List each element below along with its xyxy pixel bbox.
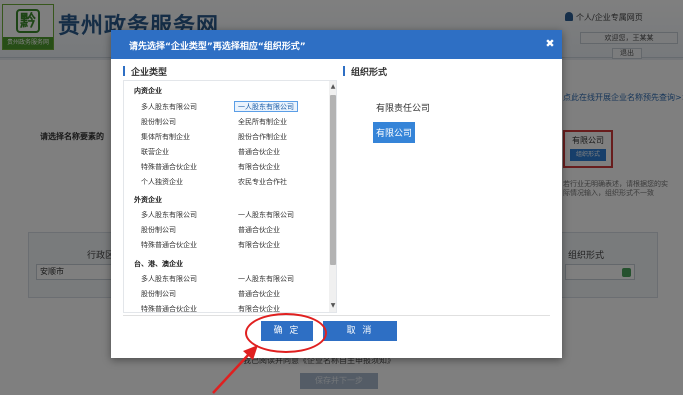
section-marker xyxy=(123,66,125,76)
org-form-option-selected[interactable]: 有限公司 xyxy=(373,122,416,143)
type-option[interactable]: 联营企业 xyxy=(137,146,173,157)
type-option[interactable]: 全民所有制企业 xyxy=(234,116,291,127)
type-option[interactable]: 股份制公司 xyxy=(137,224,180,235)
type-option[interactable]: 股份合作制企业 xyxy=(234,131,291,142)
type-option[interactable]: 特殊普通合伙企业 xyxy=(137,303,201,312)
dialog-title: 请先选择“企业类型”再选择相应“组织形式” xyxy=(129,42,306,52)
type-option[interactable]: 普通合伙企业 xyxy=(234,224,284,235)
type-option[interactable]: 集体所有制企业 xyxy=(137,131,194,142)
type-option[interactable]: 多人股东有限公司 xyxy=(137,273,201,284)
type-option[interactable]: 有限合伙企业 xyxy=(234,161,284,172)
enterprise-type-list[interactable]: 内资企业 多人股东有限公司 一人股东有限公司 股份制公司 全民所有制企业 集体所… xyxy=(123,80,337,313)
type-option[interactable]: 个人独资企业 xyxy=(137,176,187,187)
type-option[interactable]: 有限合伙企业 xyxy=(234,239,284,250)
type-option[interactable]: 多人股东有限公司 xyxy=(137,101,201,112)
scroll-down-icon[interactable]: ▼ xyxy=(329,302,336,310)
type-option[interactable]: 多人股东有限公司 xyxy=(137,209,201,220)
scroll-thumb[interactable] xyxy=(330,95,336,265)
type-option[interactable]: 农民专业合作社 xyxy=(234,176,291,187)
org-form-section-title: 组织形式 xyxy=(343,65,387,78)
group-title-hk-macao-taiwan: 台、港、澳企业 xyxy=(134,260,183,268)
type-option[interactable]: 有限合伙企业 xyxy=(234,303,284,312)
scroll-up-icon[interactable]: ▲ xyxy=(329,83,336,91)
enterprise-type-section-title: 企业类型 xyxy=(123,65,167,78)
type-option[interactable]: 普通合伙企业 xyxy=(234,288,284,299)
enterprise-type-section-label: 企业类型 xyxy=(131,68,168,78)
close-icon[interactable]: ✖ xyxy=(544,37,556,51)
type-option[interactable]: 股份制公司 xyxy=(137,116,180,127)
group-title-foreign: 外资企业 xyxy=(134,196,162,204)
section-marker xyxy=(343,66,345,76)
org-form-section-label: 组织形式 xyxy=(351,68,388,78)
group-title-domestic: 内资企业 xyxy=(134,87,162,95)
cancel-button[interactable]: 取 消 xyxy=(323,321,397,341)
type-option[interactable]: 股份制公司 xyxy=(137,288,180,299)
enterprise-type-dialog: 请先选择“企业类型”再选择相应“组织形式” ✖ 企业类型 组织形式 内资企业 多… xyxy=(111,30,562,358)
type-option[interactable]: 特殊普通合伙企业 xyxy=(137,239,201,250)
type-option[interactable]: 一人股东有限公司 xyxy=(234,273,298,284)
type-option[interactable]: 特殊普通合伙企业 xyxy=(137,161,201,172)
type-list-scrollbar[interactable]: ▲ ▼ xyxy=(329,81,336,312)
dialog-header: 请先选择“企业类型”再选择相应“组织形式” ✖ xyxy=(111,30,562,59)
type-option[interactable]: 一人股东有限公司 xyxy=(234,209,298,220)
type-option-selected[interactable]: 一人股东有限公司 xyxy=(234,101,298,112)
org-form-option[interactable]: 有限责任公司 xyxy=(376,101,430,114)
highlight-circle xyxy=(245,313,327,353)
type-option[interactable]: 普通合伙企业 xyxy=(234,146,284,157)
dialog-footer-divider xyxy=(123,315,550,316)
